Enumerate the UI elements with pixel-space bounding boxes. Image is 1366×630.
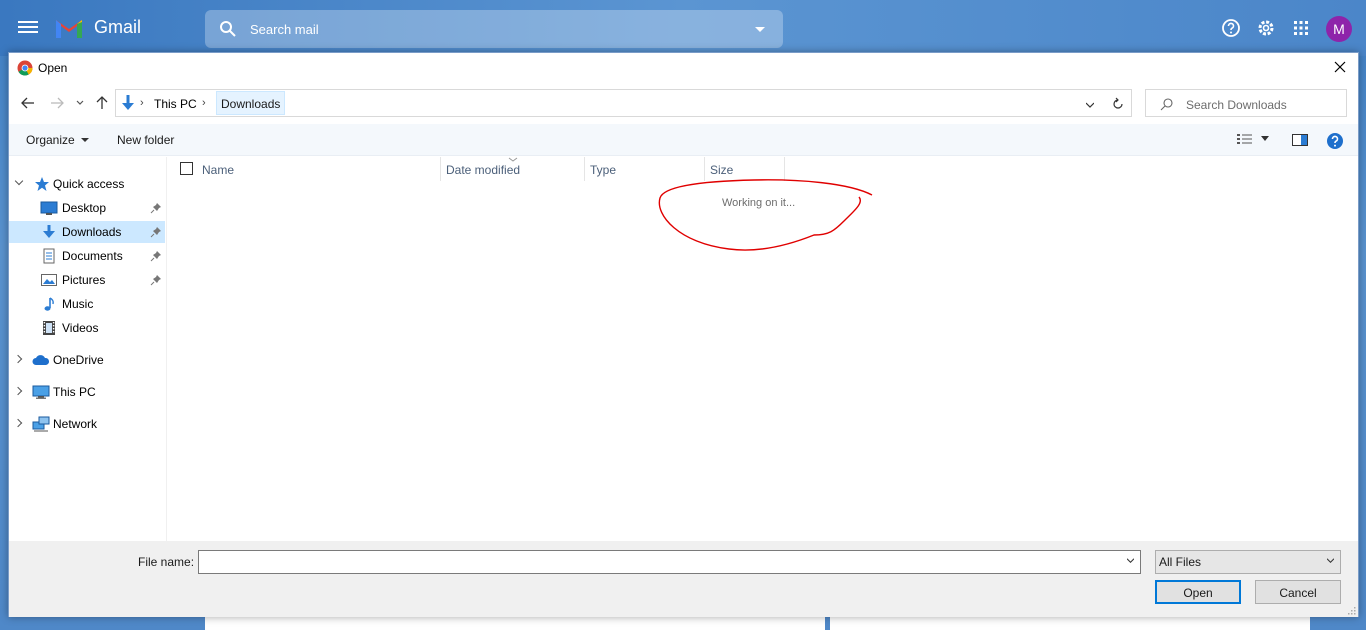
search-mail-placeholder: Search mail [250,22,319,37]
up-arrow-icon[interactable] [94,95,110,111]
resize-grip-icon[interactable] [1346,605,1356,615]
pin-icon[interactable] [150,226,162,238]
documents-icon [43,248,55,264]
preview-pane-icon[interactable] [1291,132,1309,148]
tree-label: This PC [53,385,96,399]
pictures-icon [41,274,57,286]
file-name-dropdown-chevron-icon[interactable] [1127,557,1134,564]
tree-item-quick-access[interactable]: Quick access [9,173,167,195]
tree-item-desktop[interactable]: Desktop [9,197,167,219]
tree-item-music[interactable]: Music [9,293,167,315]
network-icon [32,416,50,432]
refresh-icon [1113,97,1123,109]
main-menu-icon[interactable] [18,18,38,38]
breadcrumb-this-pc[interactable]: This PC [154,97,197,111]
annotation-circle [658,179,873,251]
file-name-label: File name: [138,555,195,569]
column-header-type[interactable]: Type [590,157,616,181]
column-divider[interactable] [440,157,441,181]
onedrive-cloud-icon [32,355,50,365]
search-downloads-input[interactable]: Search Downloads [1145,89,1347,117]
gmail-app-name: Gmail [94,17,142,37]
gmail-side-strip [830,616,1310,630]
gmail-content-strip [205,616,825,630]
change-view-icon[interactable] [1236,132,1254,148]
forward-arrow-icon[interactable] [49,95,65,111]
breadcrumb-separator[interactable]: › [140,97,144,109]
chrome-icon [17,60,33,76]
tree-item-documents[interactable]: Documents [9,245,167,267]
new-folder-button[interactable]: New folder [117,133,174,147]
navigation-pane: Quick access Desktop Downloads Documents… [9,157,167,541]
refresh-button[interactable] [1104,89,1132,117]
command-toolbar: Organize New folder [9,124,1358,156]
file-type-dropdown-chevron-icon[interactable] [1327,557,1334,564]
tree-label: Music [62,297,94,311]
tree-label: Downloads [62,225,122,239]
file-name-input[interactable] [198,550,1141,574]
file-selection-area: File name: All Files Open Cancel [9,541,1358,617]
expand-chevron-icon[interactable] [13,386,23,396]
star-icon [35,177,49,191]
tree-item-this-pc[interactable]: This PC [9,381,167,403]
help-icon[interactable] [1326,132,1344,150]
cancel-button[interactable]: Cancel [1255,580,1341,604]
column-divider[interactable] [584,157,585,181]
search-mail-bar[interactable]: Search mail [205,10,783,48]
tree-label: Network [53,417,98,431]
organize-button[interactable]: Organize [26,133,89,147]
pin-icon[interactable] [150,202,162,214]
tree-label: Quick access [53,177,125,191]
gmail-logo-icon[interactable] [54,16,84,40]
address-dropdown-chevron-icon[interactable] [1086,101,1094,109]
account-avatar[interactable]: M [1326,16,1352,42]
tree-label: Videos [62,321,99,335]
pin-icon[interactable] [150,274,162,286]
expand-chevron-icon[interactable] [13,418,23,428]
tree-label: Documents [62,249,123,263]
settings-gear-icon[interactable] [1256,18,1276,38]
computer-icon [32,385,50,399]
videos-icon [43,321,55,335]
pin-icon[interactable] [150,250,162,262]
back-arrow-icon[interactable] [20,95,36,111]
view-options-chevron-icon[interactable] [1261,136,1269,142]
open-file-dialog: Open › This PC › Downloads Search Downlo… [8,52,1359,617]
address-bar[interactable]: › This PC › Downloads [115,89,1105,117]
sort-chevron-icon [508,157,518,162]
open-button[interactable]: Open [1155,580,1241,604]
search-icon [1160,98,1173,111]
tree-label: Pictures [62,273,106,287]
breadcrumb-separator[interactable]: › [202,97,206,109]
downloads-folder-icon [122,95,134,110]
tree-item-pictures[interactable]: Pictures [9,269,167,291]
expand-chevron-icon[interactable] [13,354,23,364]
tree-item-videos[interactable]: Videos [9,317,167,339]
search-downloads-placeholder: Search Downloads [1186,98,1287,112]
tree-item-network[interactable]: Network [9,413,167,435]
recent-locations-chevron-icon[interactable] [75,95,85,111]
gmail-header: Gmail Search mail M [0,0,1366,56]
dialog-titlebar: Open [9,53,1358,83]
breadcrumb-downloads[interactable]: Downloads [216,91,286,115]
file-type-select[interactable]: All Files [1155,550,1341,574]
column-header-name[interactable]: Name [202,157,234,181]
file-type-value: All Files [1159,555,1202,569]
select-all-checkbox[interactable] [180,162,193,175]
desktop-icon [40,201,58,215]
tree-label: OneDrive [53,353,104,367]
apps-grid-icon[interactable] [1291,18,1311,38]
tree-item-downloads[interactable]: Downloads [9,221,165,243]
music-icon [44,297,54,311]
close-icon[interactable] [1330,57,1350,77]
navigation-row: › This PC › Downloads Search Downloads [9,87,1358,119]
tree-item-onedrive[interactable]: OneDrive [9,349,167,371]
tree-label: Desktop [62,201,107,215]
help-icon[interactable] [1221,18,1241,38]
search-options-icon[interactable] [755,27,765,32]
downloads-folder-icon [43,225,55,238]
expand-chevron-icon[interactable] [14,176,24,186]
dialog-title: Open [38,61,68,75]
search-icon[interactable] [219,20,237,38]
